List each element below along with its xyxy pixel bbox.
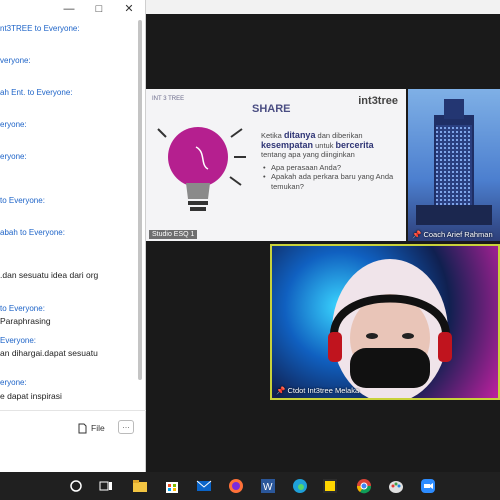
- video-tile-active-speaker[interactable]: 📌 Ctdot Int3tree Melaka: [270, 244, 500, 400]
- slide-line-3: tentang apa yang diinginkan: [261, 150, 355, 159]
- slide-body: Ketika ditanya dan diberikan kesempatan …: [261, 130, 401, 192]
- chat-message: eryone: e dapat inspirasi: [0, 378, 62, 401]
- lightbulb-illustration: [157, 127, 246, 211]
- pin-icon: 📌: [412, 230, 422, 239]
- zoom-icon[interactable]: [420, 478, 436, 494]
- slide-line-2: kesempatan untuk bercerita: [261, 139, 374, 150]
- slide-bullet: Apa perasaan Anda?: [263, 163, 401, 173]
- slide-logo-right: int3tree: [358, 95, 398, 107]
- chat-message: Everyone: an dihargai.dapat sesuatu: [0, 336, 98, 358]
- speaker-video: [328, 259, 452, 398]
- building-image: [416, 99, 492, 225]
- paint-icon[interactable]: [388, 478, 404, 494]
- slide-bullets: Apa perasaan Anda? Apakah ada perkara ba…: [261, 163, 401, 192]
- more-options-button[interactable]: …: [118, 420, 134, 434]
- tile-name-label: 📌 Ctdot Int3tree Melaka: [276, 386, 360, 395]
- sticky-notes-icon[interactable]: [322, 478, 338, 494]
- file-button[interactable]: File: [78, 421, 105, 435]
- svg-text:W: W: [263, 482, 273, 493]
- chat-message: ah Ent. to Everyone:: [0, 88, 73, 97]
- chat-message: abah to Everyone:: [0, 228, 65, 237]
- tile-name-label: Studio ESQ 1: [149, 230, 198, 239]
- video-tile-studio[interactable]: INT 3 TREE SHARE int3tree Ketika ditanya…: [146, 89, 406, 241]
- chat-message: to Everyone:: [0, 196, 45, 205]
- chat-footer: File …: [0, 410, 146, 472]
- word-icon[interactable]: W: [260, 478, 276, 494]
- task-view-icon[interactable]: [98, 478, 114, 494]
- slide-bullet: Apakah ada perkara baru yang Anda temuka…: [263, 172, 401, 191]
- pin-icon: 📌: [276, 386, 286, 395]
- search-circle-icon[interactable]: [68, 478, 84, 494]
- file-icon: [78, 423, 87, 433]
- chat-message-list[interactable]: nt3TREE to Everyone: veryone: ah Ent. to…: [0, 18, 140, 410]
- chat-window: — □ ✕ nt3TREE to Everyone: veryone: ah E…: [0, 0, 146, 472]
- slide-logo-left: INT 3 TREE: [152, 96, 185, 102]
- chat-scrollbar[interactable]: [138, 20, 142, 380]
- file-explorer-icon[interactable]: [132, 478, 148, 494]
- tile-name-label: 📌 Coach Arief Rahman: [412, 230, 493, 239]
- chat-message: eryone:: [0, 120, 27, 129]
- taskbar: W: [0, 472, 500, 500]
- edge-icon[interactable]: [292, 478, 308, 494]
- chat-titlebar: — □ ✕: [0, 0, 146, 18]
- chat-message: eryone:: [0, 152, 27, 161]
- maximize-icon[interactable]: □: [92, 3, 106, 15]
- firefox-icon[interactable]: [228, 478, 244, 494]
- chat-message: .dan sesuatu idea dari org: [0, 270, 99, 280]
- minimize-icon[interactable]: —: [62, 3, 76, 15]
- slide-title: SHARE: [252, 103, 291, 115]
- close-icon[interactable]: ✕: [122, 3, 136, 15]
- chat-message: to Everyone: Paraphrasing: [0, 304, 51, 326]
- chat-message: nt3TREE to Everyone:: [0, 24, 80, 33]
- file-button-label: File: [91, 423, 105, 433]
- store-icon[interactable]: [164, 478, 180, 494]
- video-tile-coach[interactable]: 📌 Coach Arief Rahman: [408, 89, 500, 241]
- meeting-top-bar: [146, 0, 500, 14]
- mail-icon[interactable]: [196, 478, 212, 494]
- chrome-icon[interactable]: [356, 478, 372, 494]
- chat-message: veryone:: [0, 56, 31, 65]
